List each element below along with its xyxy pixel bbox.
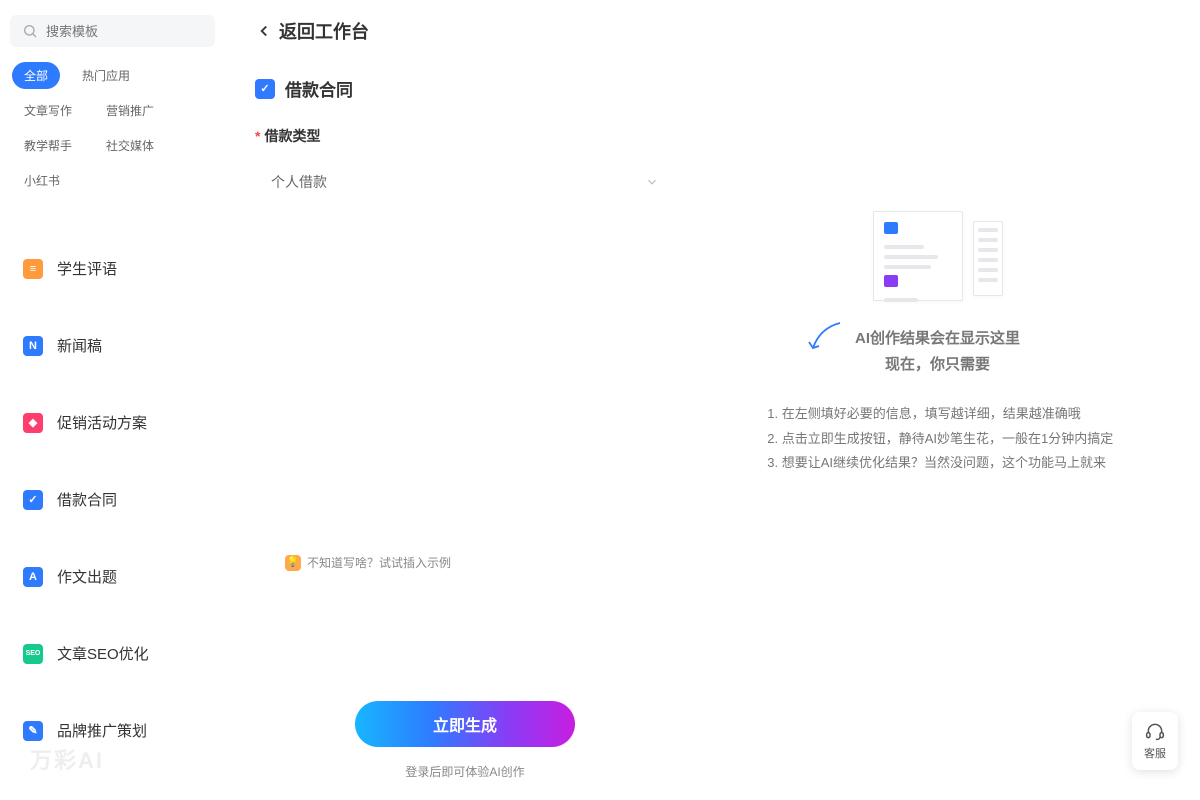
seo-icon: SEO [23,644,43,664]
nav-item-loan-contract[interactable]: ✓ 借款合同 [10,477,215,522]
nav-item-composition[interactable]: A 作文出题 [10,554,215,599]
nav-label: 促销活动方案 [57,412,147,433]
chevron-down-icon [645,175,659,189]
tag-social[interactable]: 社交媒体 [94,132,166,159]
tag-marketing[interactable]: 营销推广 [94,97,166,124]
comment-icon: ≡ [23,259,43,279]
form-title-text: 借款合同 [285,76,353,101]
back-label: 返回工作台 [279,18,369,44]
back-to-workbench[interactable]: 返回工作台 [225,0,1200,56]
result-title-line2: 现在，你只需要 [855,352,1020,378]
curved-arrow-icon [805,318,845,358]
tag-hot[interactable]: 热门应用 [70,62,142,89]
tag-teaching[interactable]: 教学帮手 [12,132,84,159]
loan-type-select[interactable]: 个人借款 [255,158,675,206]
generate-button[interactable]: 立即生成 [355,701,575,747]
arrow-left-icon [255,22,273,40]
required-mark: * [255,128,260,144]
support-label: 客服 [1144,745,1166,761]
form-title: ✓ 借款合同 [255,76,675,101]
result-title-line1: AI创作结果会在显示这里 [855,326,1020,352]
search-input[interactable] [46,24,203,39]
step-item: 在左侧填好必要的信息，填写越详细，结果越准确哦 [782,402,1114,427]
select-value: 个人借款 [271,172,327,192]
nav-item-news[interactable]: N 新闻稿 [10,323,215,368]
sidebar: 全部 热门应用 文章写作 营销推广 教学帮手 社交媒体 小红书 ≡ 学生评语 N… [0,0,225,800]
support-button[interactable]: 客服 [1132,712,1178,770]
field-label-text: 借款类型 [264,128,320,144]
step-item: 想要让AI继续优化结果？当然没问题，这个功能马上就来 [782,451,1114,476]
empty-illustration [873,206,1003,306]
tag-filter-group: 全部 热门应用 文章写作 营销推广 教学帮手 社交媒体 小红书 [10,62,215,194]
lightbulb-icon: 💡 [285,555,301,571]
steps-list: 在左侧填好必要的信息，填写越详细，结果越准确哦 点击立即生成按钮，静待AI妙笔生… [762,402,1114,476]
tag-article[interactable]: 文章写作 [12,97,84,124]
example-hint-text: 不知道写啥？试试插入示例 [307,554,451,571]
form-column: ✓ 借款合同 *借款类型 个人借款 💡 不知道写啥？试试插入示例 立即生成 登录… [255,56,705,780]
news-icon: N [23,336,43,356]
nav-label: 新闻稿 [57,335,102,356]
tag-icon: ◆ [23,413,43,433]
field-label-loan-type: *借款类型 [255,126,675,146]
result-title: AI创作结果会在显示这里 现在，你只需要 [855,326,1020,377]
tag-all[interactable]: 全部 [12,62,60,89]
nav-label: 学生评语 [57,258,117,279]
headset-icon [1145,721,1165,741]
brand-icon: ✎ [23,721,43,741]
nav-label: 作文出题 [57,566,117,587]
nav-label: 借款合同 [57,489,117,510]
insert-example-link[interactable]: 💡 不知道写啥？试试插入示例 [285,554,675,571]
nav-label: 品牌推广策划 [57,720,147,741]
login-hint: 登录后即可体验AI创作 [255,763,675,780]
main: 返回工作台 ✓ 借款合同 *借款类型 个人借款 💡 不知道写啥？试试插入示例 立… [225,0,1200,800]
nav-list: ≡ 学生评语 N 新闻稿 ◆ 促销活动方案 ✓ 借款合同 A 作文出题 SEO … [10,214,215,800]
brand-watermark: 万彩AI [30,743,104,775]
step-item: 点击立即生成按钮，静待AI妙笔生花，一般在1分钟内搞定 [782,427,1114,452]
search-box[interactable] [10,15,215,47]
result-column: AI创作结果会在显示这里 现在，你只需要 在左侧填好必要的信息，填写越详细，结果… [705,56,1170,780]
composition-icon: A [23,567,43,587]
search-icon [22,23,38,39]
nav-item-seo[interactable]: SEO 文章SEO优化 [10,631,215,676]
nav-item-student-comment[interactable]: ≡ 学生评语 [10,246,215,291]
contract-icon: ✓ [23,490,43,510]
content: ✓ 借款合同 *借款类型 个人借款 💡 不知道写啥？试试插入示例 立即生成 登录… [225,56,1200,800]
tag-xhs[interactable]: 小红书 [12,167,72,194]
nav-item-promotion[interactable]: ◆ 促销活动方案 [10,400,215,445]
nav-label: 文章SEO优化 [57,643,149,664]
contract-icon: ✓ [255,79,275,99]
